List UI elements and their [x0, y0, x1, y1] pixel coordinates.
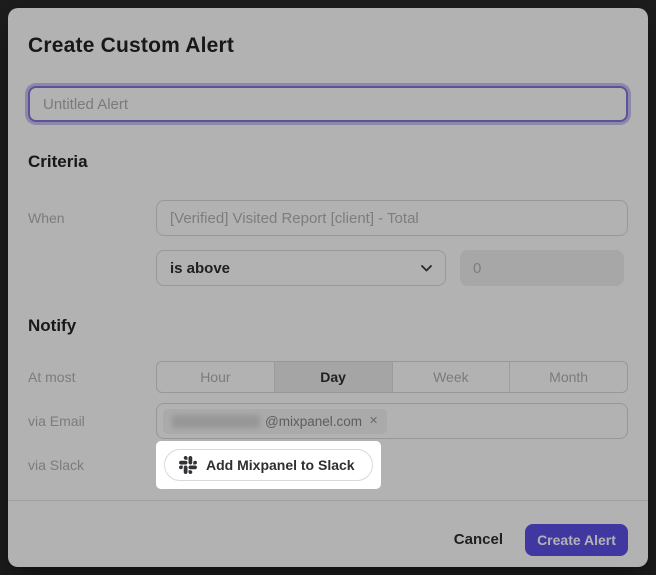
add-mixpanel-to-slack-button[interactable]: Add Mixpanel to Slack — [164, 449, 373, 481]
slack-icon — [179, 456, 197, 474]
slack-button-label: Add Mixpanel to Slack — [206, 457, 355, 473]
slack-button-spotlight: Add Mixpanel to Slack — [156, 441, 381, 489]
